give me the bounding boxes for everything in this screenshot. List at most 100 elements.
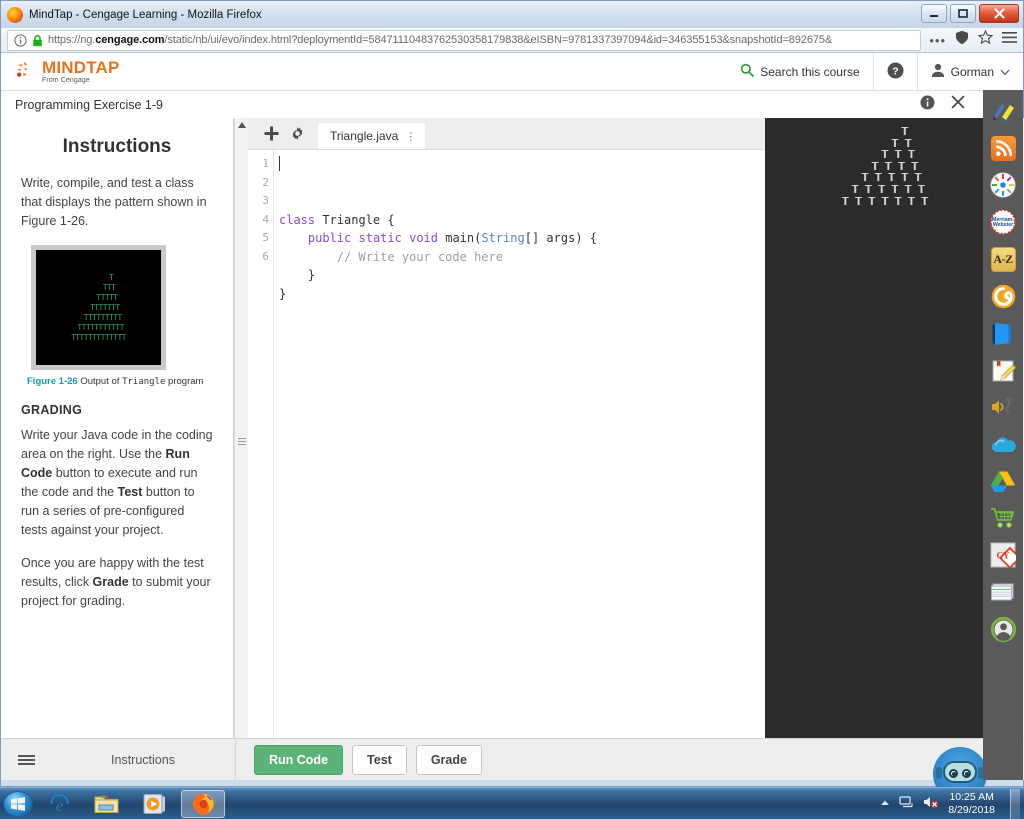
taskbar-internet-explorer[interactable]: e — [37, 790, 81, 818]
chatbot-ear-left — [936, 767, 942, 779]
help-button[interactable]: ? — [872, 53, 917, 90]
editor-area[interactable]: 1 2 3 4 5 6 class Triangle { public static vo… — [248, 150, 765, 738]
profile-avatar-icon[interactable] — [989, 615, 1017, 643]
browser-navbar: https://ng.cengage.com/static/nb/ui/evo/… — [1, 28, 1023, 53]
firefox-logo-icon — [7, 6, 23, 23]
chatbot-visor — [943, 761, 977, 783]
instructions-intro-text: Write, compile, and test a class that di… — [21, 176, 207, 228]
text-to-speech-icon[interactable] — [989, 393, 1017, 421]
taskbar-firefox[interactable] — [181, 789, 225, 818]
editor-toolbar: Triangle.java ⋮ — [248, 118, 765, 150]
rss-icon[interactable] — [989, 134, 1017, 162]
show-desktop-button[interactable] — [1010, 788, 1020, 819]
merriam-webster-icon[interactable]: Merriam- Webster — [989, 208, 1017, 236]
file-tab-menu-icon[interactable]: ⋮ — [405, 130, 416, 143]
tray-expand-icon[interactable] — [880, 798, 890, 810]
dictionary-az-label: A-Z — [993, 251, 1013, 266]
search-course-label: Search this course — [760, 64, 860, 79]
main-content: Instructions Write, compile, and test a … — [1, 118, 1024, 738]
action-buttons: Run Code Test Grade — [236, 744, 482, 775]
search-icon — [740, 63, 755, 80]
volume-muted-icon[interactable] — [923, 795, 939, 812]
chatbot-eye-left — [949, 769, 958, 778]
scroll-up-arrow-icon[interactable] — [235, 118, 248, 132]
code-text-area[interactable]: class Triangle { public static void main… — [274, 150, 765, 738]
search-course-button[interactable]: Search this course — [727, 53, 872, 90]
window-controls — [921, 4, 1019, 23]
test-button[interactable]: Test — [352, 744, 407, 775]
mindtap-header: MINDTAP From Cengage Search this course … — [1, 53, 1023, 91]
console-output-panel: T T T T T T T T T T T T T T T T T T T T … — [765, 118, 1011, 738]
bottom-toolbar: Instructions Run Code Test Grade — [1, 738, 1024, 789]
cy-badge-icon[interactable]: CY — [989, 541, 1017, 569]
code-line: public static void main(String[] args) { — [307, 231, 598, 245]
avatar-icon — [931, 63, 945, 80]
run-code-button[interactable]: Run Code — [254, 744, 344, 775]
chatbot-avatar-button[interactable] — [933, 747, 987, 789]
instructions-content: Instructions Write, compile, and test a … — [1, 118, 233, 611]
instructions-tab[interactable]: Instructions — [51, 738, 236, 781]
user-name-label: Gorman — [950, 64, 994, 79]
scrollbar-grip[interactable] — [238, 438, 246, 450]
line-number: 3 — [262, 194, 269, 207]
file-tab-label: Triangle.java — [330, 129, 399, 143]
network-icon[interactable] — [899, 795, 914, 812]
user-menu-button[interactable]: Gorman — [916, 53, 1023, 90]
cloud-icon[interactable] — [989, 430, 1017, 458]
tool-sidebar: Merriam- Webster A-Z CY — [983, 90, 1023, 780]
google-drive-icon[interactable] — [989, 467, 1017, 495]
shopping-cart-icon[interactable] — [989, 504, 1017, 532]
blue-book-icon[interactable] — [989, 319, 1017, 347]
chatbot-eye-right — [962, 769, 971, 778]
notepad-icon[interactable] — [989, 356, 1017, 384]
clock-time: 10:25 AM — [949, 790, 994, 803]
bookmark-star-icon[interactable] — [977, 29, 994, 50]
exercise-bar: Programming Exercise 1-9 — [1, 91, 1023, 119]
tracking-shield-icon[interactable] — [955, 30, 969, 50]
grading-grade-emphasis: Grade — [92, 575, 129, 589]
code-line: } — [279, 286, 287, 301]
panel-menu-icon[interactable] — [1, 753, 51, 767]
orange-circle-icon[interactable] — [989, 282, 1017, 310]
system-tray: 10:25 AM 8/29/2018 — [880, 788, 1024, 819]
figure-caption-before: Output of — [80, 376, 123, 387]
figure-caption: Figure 1-26 Output of Triangle program — [27, 376, 213, 387]
figure-caption-after: program — [165, 376, 204, 387]
mindtap-header-actions: Search this course ? Gorman — [727, 53, 1023, 90]
line-number: 5 — [262, 231, 269, 244]
maximize-button[interactable] — [950, 4, 976, 23]
page-actions-icon[interactable]: ••• — [929, 33, 946, 48]
close-panel-icon[interactable] — [951, 95, 965, 114]
info-icon[interactable] — [920, 95, 935, 115]
grade-button[interactable]: Grade — [415, 744, 482, 775]
dictionary-az-icon[interactable]: A-Z — [989, 245, 1017, 273]
console-output-text: T T T T T T T T T T T T T T T T T T T T … — [841, 125, 929, 208]
start-button[interactable] — [3, 790, 33, 817]
pinwheel-icon[interactable] — [989, 171, 1017, 199]
taskbar-media-player[interactable] — [133, 790, 177, 818]
mindtap-logo[interactable]: MINDTAP From Cengage — [15, 59, 120, 84]
add-file-icon[interactable] — [258, 117, 284, 149]
minimize-button[interactable] — [921, 4, 947, 23]
line-number: 4 — [262, 212, 269, 226]
settings-gear-icon[interactable] — [284, 117, 310, 149]
svg-text:Webster: Webster — [993, 222, 1013, 228]
hamburger-menu-icon[interactable] — [1002, 31, 1017, 49]
flashcards-icon[interactable] — [989, 578, 1017, 606]
taskbar-clock[interactable]: 10:25 AM 8/29/2018 — [948, 791, 995, 817]
instructions-scrollbar[interactable] — [234, 118, 248, 738]
file-tab-triangle-java[interactable]: Triangle.java ⋮ — [318, 123, 426, 149]
svg-text:e: e — [55, 796, 63, 815]
close-button[interactable] — [979, 4, 1019, 23]
taskbar-file-explorer[interactable] — [85, 790, 129, 818]
grading-paragraph-2: Once you are happy with the test results… — [21, 554, 213, 611]
lock-icon[interactable] — [32, 34, 43, 47]
address-bar[interactable]: https://ng.cengage.com/static/nb/ui/evo/… — [7, 29, 922, 51]
page-info-icon[interactable] — [14, 33, 27, 47]
mindtap-logo-text: MINDTAP From Cengage — [42, 59, 120, 84]
navbar-actions: ••• — [921, 29, 1017, 50]
code-editor-column: Triangle.java ⋮ 1 2 3 4 5 6 class Triangle { … — [248, 118, 765, 738]
grading-paragraph-1: Write your Java code in the coding area … — [21, 426, 213, 540]
highlighter-icon[interactable] — [989, 97, 1017, 125]
